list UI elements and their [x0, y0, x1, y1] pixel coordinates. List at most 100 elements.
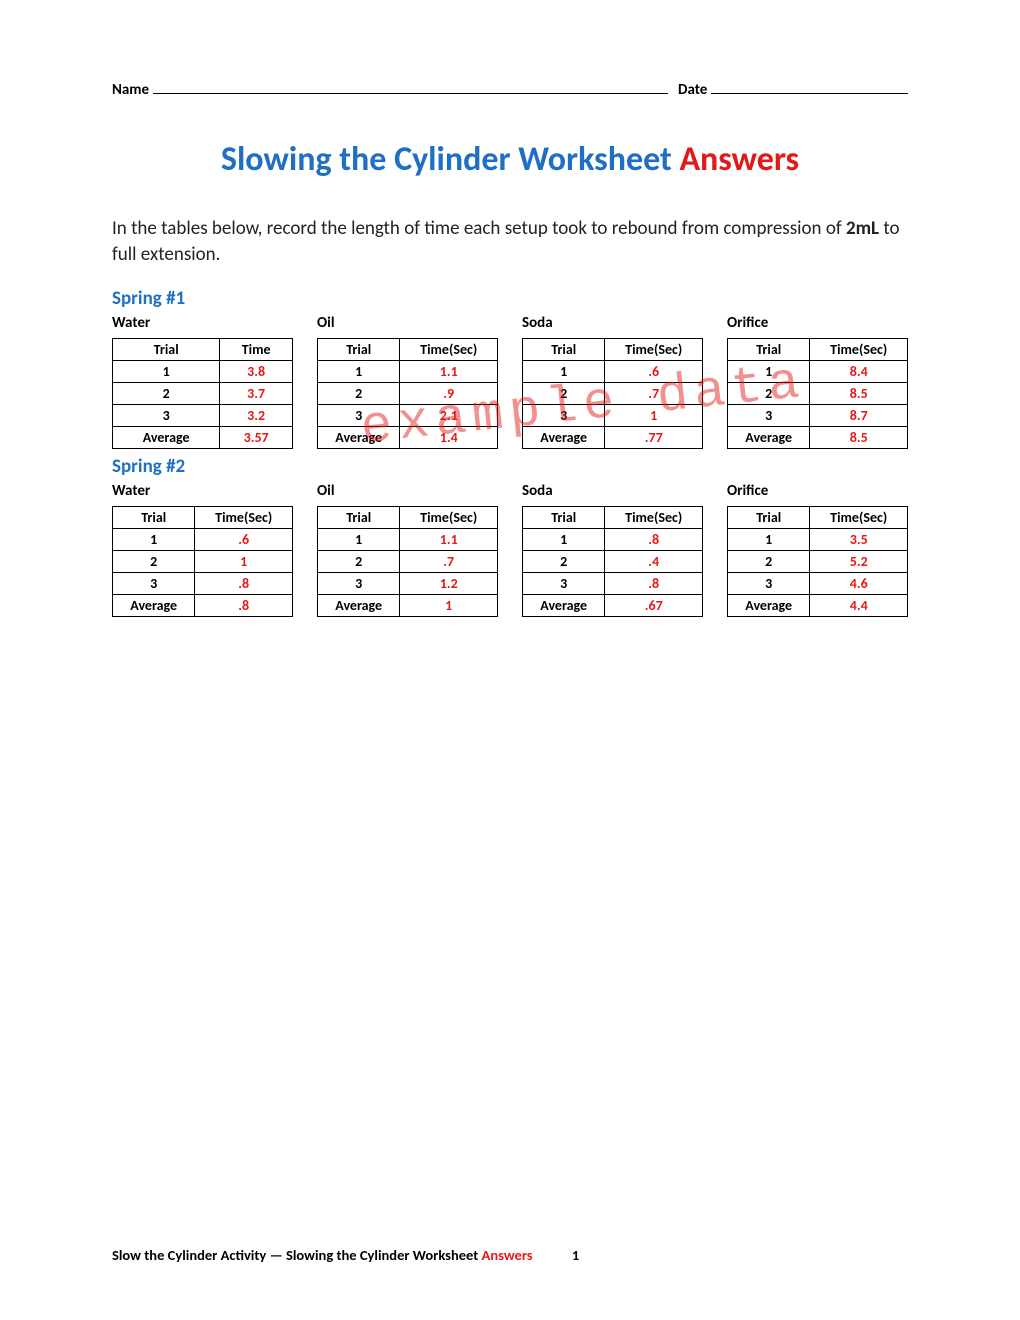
table-row: Average.8 [113, 595, 293, 617]
col-trial: Trial [523, 507, 605, 529]
col-trial: Trial [318, 339, 400, 361]
cell-time: 8.7 [810, 405, 908, 427]
cell-time: 1 [400, 595, 498, 617]
cell-time: .8 [195, 595, 293, 617]
cell-time: 1.1 [400, 529, 498, 551]
table-row: 1.6 [113, 529, 293, 551]
fluid-label: Oil [317, 482, 498, 500]
footer-answers: Answers [482, 1246, 533, 1264]
cell-time: 3.2 [220, 405, 293, 427]
col-trial: Trial [318, 507, 400, 529]
cell-time: 3.8 [220, 361, 293, 383]
table-row: 11.1 [318, 361, 498, 383]
cell-trial: 2 [318, 551, 400, 573]
table-row: 18.4 [728, 361, 908, 383]
tables-row: WaterTrialTime13.823.733.2Average3.57Oil… [112, 314, 908, 449]
table-row: 33.2 [113, 405, 293, 427]
cell-time: .8 [605, 529, 703, 551]
data-table: TrialTime(Sec)18.428.538.7Average8.5 [727, 338, 908, 449]
table-row: 13.5 [728, 529, 908, 551]
cell-trial: 2 [318, 383, 400, 405]
data-table: TrialTime13.823.733.2Average3.57 [112, 338, 293, 449]
col-time: Time(Sec) [810, 507, 908, 529]
date-blank-line [711, 80, 908, 94]
table-row: 2.4 [523, 551, 703, 573]
table-row: 28.5 [728, 383, 908, 405]
table-row: Average1.4 [318, 427, 498, 449]
col-trial: Trial [113, 339, 220, 361]
col-time: Time(Sec) [605, 507, 703, 529]
header-line: Name Date [112, 80, 908, 99]
cell-time: .77 [605, 427, 703, 449]
name-label: Name [112, 81, 149, 99]
table-row: 1.8 [523, 529, 703, 551]
title-main: Slowing the Cylinder Worksheet [221, 139, 672, 180]
col-time: Time [220, 339, 293, 361]
cell-trial: 3 [523, 573, 605, 595]
footer: Slow the Cylinder Activity — Slowing the… [112, 1246, 908, 1264]
cell-time: .67 [605, 595, 703, 617]
col-trial: Trial [523, 339, 605, 361]
footer-page: 1 [572, 1246, 579, 1264]
table-row: 11.1 [318, 529, 498, 551]
table-row: 31 [523, 405, 703, 427]
date-field: Date [678, 80, 908, 99]
cell-time: 8.5 [810, 427, 908, 449]
cell-time: 8.5 [810, 383, 908, 405]
table-row: Average.77 [523, 427, 703, 449]
cell-time: 4.4 [810, 595, 908, 617]
table-block: SodaTrialTime(Sec)1.62.731Average.77 [522, 314, 703, 449]
cell-trial: 3 [728, 573, 810, 595]
cell-time: .9 [400, 383, 498, 405]
cell-trial: Average [523, 427, 605, 449]
footer-sep: — [270, 1246, 283, 1264]
table-block: Oil TrialTime(Sec)11.12.932.1Average1.4 [317, 314, 498, 449]
table-block: OrificeTrialTime(Sec)13.525.234.6Average… [727, 482, 908, 617]
cell-trial: Average [113, 427, 220, 449]
cell-time: 3.7 [220, 383, 293, 405]
cell-trial: Average [113, 595, 195, 617]
table-row: 23.7 [113, 383, 293, 405]
col-time: Time(Sec) [810, 339, 908, 361]
col-time: Time(Sec) [195, 507, 293, 529]
cell-trial: 1 [318, 529, 400, 551]
table-row: 2.9 [318, 383, 498, 405]
name-field: Name [112, 80, 678, 99]
fluid-label: Oil [317, 314, 498, 332]
cell-trial: 1 [523, 529, 605, 551]
intro-text: In the tables below, record the length o… [112, 216, 908, 267]
data-table: TrialTime(Sec)1.621 3.8Average.8 [112, 506, 293, 617]
cell-time: .7 [400, 551, 498, 573]
cell-trial: 2 [113, 383, 220, 405]
table-block: OilTrialTime(Sec)11.12.731.2Average1 [317, 482, 498, 617]
cell-trial: 3 [318, 405, 400, 427]
col-time: Time(Sec) [400, 339, 498, 361]
springs-container: Spring #1WaterTrialTime13.823.733.2Avera… [112, 287, 908, 617]
cell-trial: 1 [318, 361, 400, 383]
col-trial: Trial [113, 507, 195, 529]
table-row: Average4.4 [728, 595, 908, 617]
cell-trial: 2 [113, 551, 195, 573]
cell-time: 4.6 [810, 573, 908, 595]
cell-time: 1 [605, 405, 703, 427]
date-label: Date [678, 81, 707, 99]
cell-trial: 2 [728, 551, 810, 573]
cell-trial: Average [728, 595, 810, 617]
table-row: Average1 [318, 595, 498, 617]
cell-time: .6 [605, 361, 703, 383]
table-row: 32.1 [318, 405, 498, 427]
page-title: Slowing the Cylinder Worksheet Answers [112, 139, 908, 180]
cell-time: .7 [605, 383, 703, 405]
table-row: Average.67 [523, 595, 703, 617]
table-row: 3.8 [113, 573, 293, 595]
table-row: Average8.5 [728, 427, 908, 449]
footer-title: Slowing the Cylinder Worksheet [286, 1246, 478, 1264]
col-trial: Trial [728, 507, 810, 529]
cell-trial: 1 [113, 529, 195, 551]
fluid-label: Water [112, 314, 293, 332]
cell-trial: Average [318, 595, 400, 617]
cell-time: 5.2 [810, 551, 908, 573]
cell-time: 1.4 [400, 427, 498, 449]
table-block: Soda TrialTime(Sec)1.82.43.8 Average.67 [522, 482, 703, 617]
fluid-label: Soda [522, 482, 703, 500]
